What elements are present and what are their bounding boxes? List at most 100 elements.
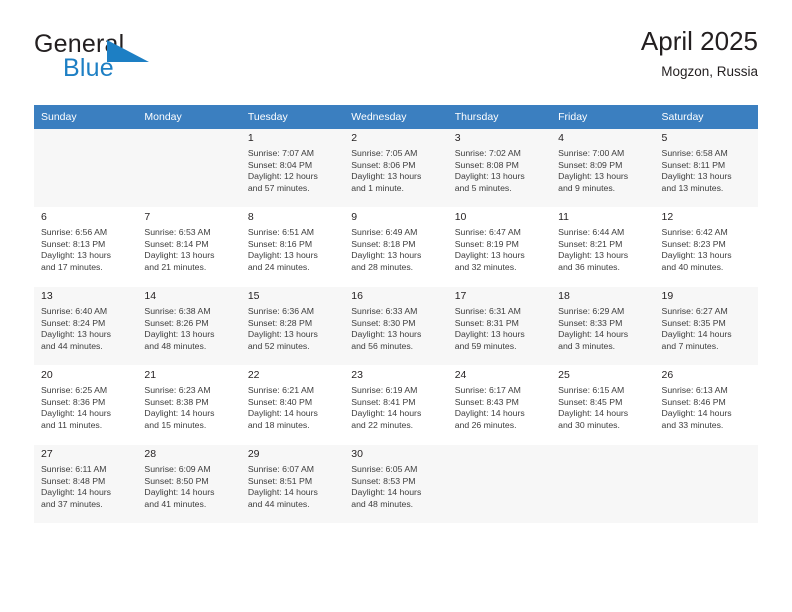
day-number: 8	[247, 211, 254, 223]
day-cell[interactable]: 30 Sunrise: 6:05 AM Sunset: 8:53 PM Dayl…	[344, 445, 448, 523]
daylight-text-line1: Daylight: 13 hours	[41, 250, 112, 261]
day-number: 19	[661, 290, 674, 302]
day-info: Sunrise: 6:40 AM Sunset: 8:24 PM Dayligh…	[41, 306, 131, 352]
day-info: Sunrise: 6:36 AM Sunset: 8:28 PM Dayligh…	[248, 306, 338, 352]
day-info: Sunrise: 6:11 AM Sunset: 8:48 PM Dayligh…	[41, 464, 131, 510]
calendar-page: General Blue April 2025 Mogzon, Russia S…	[0, 0, 792, 612]
weekday-header-sunday: Sunday	[34, 105, 138, 129]
day-cell[interactable]: 29 Sunrise: 6:07 AM Sunset: 8:51 PM Dayl…	[240, 445, 345, 523]
day-cell[interactable]: 8 Sunrise: 6:51 AM Sunset: 8:16 PM Dayli…	[240, 208, 345, 286]
day-number: 29	[247, 448, 260, 460]
day-info: Sunrise: 6:09 AM Sunset: 8:50 PM Dayligh…	[144, 464, 234, 510]
day-info: Sunrise: 6:44 AM Sunset: 8:21 PM Dayligh…	[558, 227, 648, 273]
daylight-text-line1: Daylight: 14 hours	[351, 408, 422, 419]
day-cell[interactable]: 14 Sunrise: 6:38 AM Sunset: 8:26 PM Dayl…	[137, 287, 241, 365]
sunrise-text: Sunrise: 6:07 AM	[247, 464, 315, 474]
day-cell[interactable]: 20 Sunrise: 6:25 AM Sunset: 8:36 PM Dayl…	[34, 366, 138, 444]
daylight-text-line2: and 52 minutes.	[247, 340, 310, 351]
day-cell[interactable]: 4 Sunrise: 7:00 AM Sunset: 8:09 PM Dayli…	[551, 129, 655, 207]
day-cell[interactable]: 22 Sunrise: 6:21 AM Sunset: 8:40 PM Dayl…	[240, 366, 345, 444]
day-cell[interactable]: 10 Sunrise: 6:47 AM Sunset: 8:19 PM Dayl…	[447, 208, 552, 286]
page-title: April 2025	[640, 26, 758, 56]
day-number: 2	[351, 132, 358, 144]
daylight-text-line1: Daylight: 12 hours	[247, 171, 318, 182]
daylight-text-line2: and 9 minutes.	[558, 182, 616, 193]
daylight-text-line1: Daylight: 13 hours	[247, 329, 318, 340]
sunrise-text: Sunrise: 7:05 AM	[351, 148, 418, 158]
day-cell[interactable]: 7 Sunrise: 6:53 AM Sunset: 8:14 PM Dayli…	[137, 208, 241, 286]
sunset-text: Sunset: 8:11 PM	[661, 159, 726, 170]
sunrise-text: Sunrise: 6:53 AM	[144, 227, 211, 237]
daylight-text-line1: Daylight: 13 hours	[247, 250, 318, 261]
sunset-text: Sunset: 8:30 PM	[351, 317, 416, 328]
sunrise-text: Sunrise: 6:15 AM	[558, 385, 625, 395]
day-number: 11	[558, 211, 570, 223]
day-info: Sunrise: 6:05 AM Sunset: 8:53 PM Dayligh…	[351, 464, 441, 510]
day-number: 3	[454, 132, 461, 144]
day-info: Sunrise: 6:56 AM Sunset: 8:13 PM Dayligh…	[41, 227, 131, 273]
day-cell[interactable]: 1 Sunrise: 7:07 AM Sunset: 8:04 PM Dayli…	[240, 129, 345, 207]
daylight-text-line1: Daylight: 13 hours	[558, 250, 629, 261]
day-cell[interactable]: 3 Sunrise: 7:02 AM Sunset: 8:08 PM Dayli…	[447, 129, 552, 207]
page-subtitle: Mogzon, Russia	[661, 64, 758, 79]
day-number: 25	[558, 369, 570, 381]
day-cell[interactable]: 12 Sunrise: 6:42 AM Sunset: 8:23 PM Dayl…	[654, 208, 758, 286]
day-number: 6	[41, 211, 47, 223]
sunset-text: Sunset: 8:18 PM	[351, 238, 416, 249]
day-cell[interactable]: 15 Sunrise: 6:36 AM Sunset: 8:28 PM Dayl…	[240, 287, 345, 365]
day-cell[interactable]: 21 Sunrise: 6:23 AM Sunset: 8:38 PM Dayl…	[137, 366, 241, 444]
calendar-week-row: 13 Sunrise: 6:40 AM Sunset: 8:24 PM Dayl…	[34, 287, 758, 365]
sunset-text: Sunset: 8:35 PM	[661, 317, 726, 328]
sunset-text: Sunset: 8:51 PM	[247, 475, 313, 486]
daylight-text-line1: Daylight: 13 hours	[454, 329, 525, 340]
daylight-text-line1: Daylight: 13 hours	[144, 250, 215, 261]
day-cell[interactable]: 6 Sunrise: 6:56 AM Sunset: 8:13 PM Dayli…	[34, 208, 138, 286]
calendar-week-row: 6 Sunrise: 6:56 AM Sunset: 8:13 PM Dayli…	[34, 208, 758, 286]
day-info: Sunrise: 6:23 AM Sunset: 8:38 PM Dayligh…	[144, 385, 234, 431]
daylight-text-line1: Daylight: 13 hours	[454, 250, 525, 261]
calendar-week-row: 1 Sunrise: 7:07 AM Sunset: 8:04 PM Dayli…	[34, 129, 758, 207]
weekday-header-thursday: Thursday	[447, 105, 552, 129]
daylight-text-line1: Daylight: 14 hours	[41, 487, 112, 498]
daylight-text-line2: and 59 minutes.	[454, 340, 517, 351]
day-number: 13	[41, 290, 53, 302]
day-number: 10	[454, 211, 467, 223]
day-cell[interactable]: 19 Sunrise: 6:27 AM Sunset: 8:35 PM Dayl…	[654, 287, 758, 365]
day-cell[interactable]: 5 Sunrise: 6:58 AM Sunset: 8:11 PM Dayli…	[654, 129, 758, 207]
day-info: Sunrise: 6:15 AM Sunset: 8:45 PM Dayligh…	[558, 385, 648, 431]
day-number: 5	[661, 132, 668, 144]
day-number: 24	[454, 369, 467, 381]
daylight-text-line2: and 48 minutes.	[144, 340, 207, 351]
daylight-text-line1: Daylight: 14 hours	[661, 408, 732, 419]
sunset-text: Sunset: 8:48 PM	[41, 475, 106, 486]
day-cell[interactable]: 17 Sunrise: 6:31 AM Sunset: 8:31 PM Dayl…	[447, 287, 552, 365]
day-info: Sunrise: 6:25 AM Sunset: 8:36 PM Dayligh…	[41, 385, 131, 431]
day-cell[interactable]: 26 Sunrise: 6:13 AM Sunset: 8:46 PM Dayl…	[654, 366, 758, 444]
sunset-text: Sunset: 8:23 PM	[661, 238, 726, 249]
day-number: 15	[247, 290, 260, 302]
daylight-text-line2: and 5 minutes.	[454, 182, 512, 193]
daylight-text-line2: and 1 minute.	[351, 182, 404, 193]
calendar-week-row: 20 Sunrise: 6:25 AM Sunset: 8:36 PM Dayl…	[34, 366, 758, 444]
day-info: Sunrise: 6:42 AM Sunset: 8:23 PM Dayligh…	[662, 227, 752, 273]
day-cell[interactable]: 24 Sunrise: 6:17 AM Sunset: 8:43 PM Dayl…	[447, 366, 552, 444]
sunrise-text: Sunrise: 7:00 AM	[558, 148, 625, 158]
sunrise-text: Sunrise: 6:23 AM	[144, 385, 211, 395]
day-info: Sunrise: 6:29 AM Sunset: 8:33 PM Dayligh…	[558, 306, 648, 352]
day-cell[interactable]: 2 Sunrise: 7:05 AM Sunset: 8:06 PM Dayli…	[344, 129, 448, 207]
day-cell[interactable]: 11 Sunrise: 6:44 AM Sunset: 8:21 PM Dayl…	[551, 208, 655, 286]
day-cell[interactable]: 27 Sunrise: 6:11 AM Sunset: 8:48 PM Dayl…	[34, 445, 138, 523]
day-cell[interactable]: 25 Sunrise: 6:15 AM Sunset: 8:45 PM Dayl…	[551, 366, 655, 444]
day-cell[interactable]: 16 Sunrise: 6:33 AM Sunset: 8:30 PM Dayl…	[344, 287, 448, 365]
sunset-text: Sunset: 8:46 PM	[661, 396, 726, 407]
day-cell[interactable]: 18 Sunrise: 6:29 AM Sunset: 8:33 PM Dayl…	[551, 287, 655, 365]
day-cell[interactable]: 28 Sunrise: 6:09 AM Sunset: 8:50 PM Dayl…	[137, 445, 241, 523]
sunrise-text: Sunrise: 6:36 AM	[247, 306, 315, 316]
sunrise-text: Sunrise: 6:44 AM	[558, 227, 625, 237]
day-cell[interactable]: 9 Sunrise: 6:49 AM Sunset: 8:18 PM Dayli…	[344, 208, 448, 286]
daylight-text-line1: Daylight: 13 hours	[351, 171, 422, 182]
daylight-text-line1: Daylight: 13 hours	[351, 250, 422, 261]
day-cell[interactable]: 13 Sunrise: 6:40 AM Sunset: 8:24 PM Dayl…	[34, 287, 138, 365]
day-cell[interactable]: 23 Sunrise: 6:19 AM Sunset: 8:41 PM Dayl…	[344, 366, 448, 444]
sunset-text: Sunset: 8:41 PM	[351, 396, 416, 407]
